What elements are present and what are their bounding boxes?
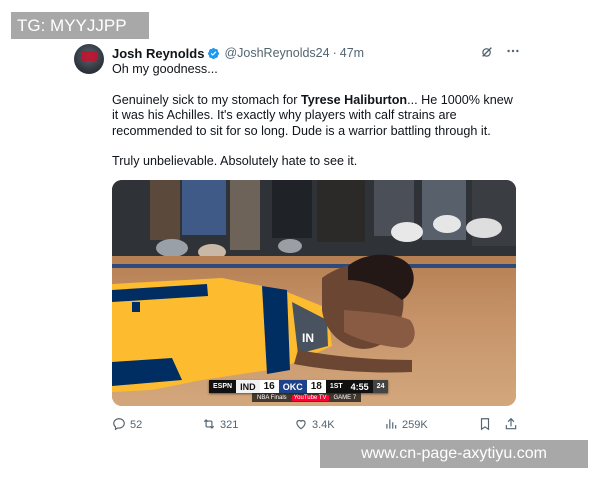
tweet-card: Josh Reynolds @JoshReynolds24 · 47m Oh m… [70, 36, 530, 436]
views-count: 259K [402, 419, 428, 431]
tweet-paragraph-2: Genuinely sick to my stomach for Tyrese … [112, 93, 522, 140]
tweet-header: Josh Reynolds @JoshReynolds24 · 47m [112, 44, 520, 62]
author-name[interactable]: Josh Reynolds [112, 46, 204, 61]
team2-label: OKC [278, 380, 307, 393]
score-bug: ESPN IND 16 OKC 18 1ST 4:55 24 [209, 380, 389, 393]
watermark-bottom: www.cn-page-axytiyu.com [320, 440, 588, 468]
team1-score: 16 [259, 380, 279, 393]
repost-count: 321 [220, 419, 239, 431]
bookmark-button[interactable] [478, 416, 492, 434]
shot-clock: 24 [372, 380, 389, 393]
action-bar: 52 321 3.4K 259K [112, 416, 522, 434]
reply-icon [112, 417, 126, 434]
finals-label: NBA Finals [257, 394, 287, 401]
score-bug-subline: NBA Finals YouTube TV GAME 7 [252, 393, 362, 402]
network-label: ESPN [209, 380, 237, 393]
tweet-media-image[interactable]: IN ESPN IND 16 OKC 18 1ST 4:55 24 NBA Fi… [112, 180, 516, 406]
separator: · [332, 46, 337, 60]
game-label: GAME 7 [333, 394, 357, 401]
repost-icon [202, 417, 216, 434]
like-count: 3.4K [312, 419, 335, 431]
author-handle[interactable]: @JoshReynolds24 [224, 46, 329, 60]
svg-text:IN: IN [302, 331, 314, 345]
sponsor-label: YouTube TV [291, 394, 329, 401]
more-icon[interactable] [506, 44, 520, 60]
verified-badge-icon [207, 47, 220, 60]
share-button[interactable] [504, 416, 518, 434]
views-icon [384, 417, 398, 434]
avatar[interactable] [74, 44, 104, 74]
reply-button[interactable]: 52 [112, 416, 142, 434]
game-clock: 4:55 [346, 380, 373, 393]
team2-score: 18 [306, 380, 326, 393]
repost-button[interactable]: 321 [202, 416, 238, 434]
timestamp[interactable]: 47m [340, 46, 364, 60]
tweet-paragraph-3: Truly unbelievable. Absolutely hate to s… [112, 154, 358, 168]
share-icon [504, 417, 518, 434]
grok-icon[interactable] [480, 45, 494, 59]
heart-icon [294, 417, 308, 434]
team1-label: IND [236, 380, 260, 393]
quarter-label: 1ST [325, 380, 347, 393]
tweet-text: Oh my goodness... Genuinely sick to my s… [112, 62, 522, 170]
tweet-line-1: Oh my goodness... [112, 62, 218, 76]
bookmark-icon [478, 417, 492, 434]
reply-count: 52 [130, 419, 143, 431]
watermark-top: TG: MYYJJPP [11, 12, 149, 39]
views-button[interactable]: 259K [384, 416, 428, 434]
player-name: Tyrese Haliburton [300, 92, 408, 107]
like-button[interactable]: 3.4K [294, 416, 335, 434]
para2-before: Genuinely sick to my stomach for [112, 92, 301, 107]
